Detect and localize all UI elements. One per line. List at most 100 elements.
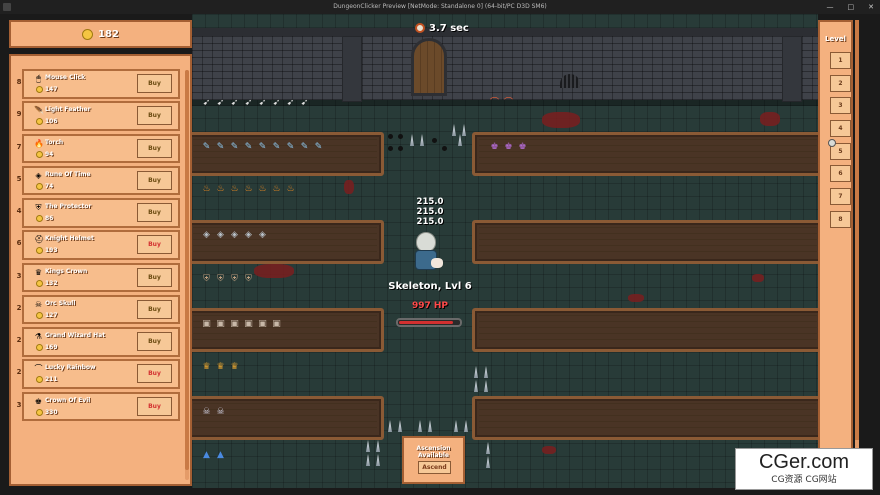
buy-button[interactable]: Buy <box>137 235 172 255</box>
helmet-icon: ▣ <box>216 318 225 329</box>
wall-pillar <box>342 36 362 102</box>
level-button[interactable]: 1 <box>830 52 851 69</box>
dungeon-floor[interactable]: ➹ ➹ ➹ ➹ ➹ ➹ ➹ ➹ ⌒ ⌒ ✎ ✎ ✎ ✎ ✎ ✎ ✎ ✎ ✎ ♚ … <box>192 14 818 488</box>
spike <box>410 134 414 146</box>
feather-icon: ✎ <box>300 141 309 152</box>
crown-icon: ♛ <box>216 361 225 372</box>
evil-crown-icon: ♚ <box>490 141 499 152</box>
shop-item-cost: 211 <box>45 376 58 384</box>
timer-value: 3.7 sec <box>429 22 469 34</box>
buy-button[interactable]: Buy <box>137 138 172 158</box>
shop-item-cost: 330 <box>45 408 58 416</box>
skull-icon: ☠ <box>34 299 43 309</box>
shop-item: 2 ☠ Orc Skull 127 Buy <box>17 294 180 325</box>
level-button[interactable]: 6 <box>830 165 851 183</box>
item-row-skull: ☠ ☠ <box>202 407 225 417</box>
ascension-title: Ascension Available <box>416 445 451 459</box>
buy-button[interactable]: Buy <box>137 396 172 416</box>
rune-icon: ◈ <box>245 229 252 240</box>
level-button[interactable]: 2 <box>830 74 851 92</box>
damage-number: 215.0 <box>416 217 444 227</box>
feather-icon: ✎ <box>244 141 253 152</box>
buy-button[interactable]: Buy <box>137 332 172 351</box>
level-button[interactable]: 3 <box>830 97 851 115</box>
shop-item-name: The Protector <box>45 203 92 210</box>
damage-numbers: 215.0 215.0 215.0 <box>410 197 450 227</box>
feather-icon: 🪶 <box>34 106 44 116</box>
blood-stain <box>344 180 354 194</box>
watermark-main: CGer.com <box>758 451 850 473</box>
spike <box>454 420 458 432</box>
rainbow-icon: ⌒ <box>34 364 43 374</box>
mouse-icon: 🖱 <box>36 74 41 83</box>
item-row-rune: ◈ ◈ ◈ ◈ ◈ <box>202 230 267 240</box>
spike-hole <box>398 134 403 139</box>
minimize-button[interactable]: — <box>827 0 834 14</box>
feather-icon: ✎ <box>314 141 323 152</box>
close-button[interactable]: ✕ <box>868 0 874 14</box>
shop-item-name: Grand Wizard Hat <box>45 332 106 339</box>
shop-item: 3 ♚ Crown Of Evil 330 Buy <box>17 391 180 421</box>
shop-item: 4 ⛨ The Protector 86 Buy <box>17 198 180 228</box>
shelf <box>472 308 818 352</box>
feather-icon: ✎ <box>230 141 239 152</box>
spike <box>376 440 380 452</box>
buy-button[interactable]: Buy <box>137 267 172 287</box>
spike-hole <box>388 146 393 151</box>
item-row-crown: ♛ ♛ ♛ <box>202 362 239 372</box>
shop-item-cost: 193 <box>45 247 58 255</box>
level-button[interactable]: 8 <box>830 210 851 228</box>
shop-item-cost: 169 <box>45 344 58 351</box>
shop-item-cost: 94 <box>45 150 54 158</box>
buy-button[interactable]: Buy <box>137 299 172 319</box>
helmet-icon: ▣ <box>272 318 281 329</box>
wall-top <box>192 28 818 36</box>
maximize-button[interactable]: □ <box>848 0 855 14</box>
ascension-panel: Ascension Available Ascend <box>402 436 465 484</box>
spike <box>486 442 490 454</box>
helmet-icon: ▣ <box>258 318 267 329</box>
shop-item-count: 4 <box>16 207 22 215</box>
spike <box>474 366 478 378</box>
shop-scrollbar[interactable] <box>185 70 189 480</box>
money-value: 182 <box>98 28 119 40</box>
ascend-button[interactable]: Ascend <box>418 461 451 474</box>
damage-number: 215.0 <box>416 197 444 207</box>
buy-button[interactable]: Buy <box>137 106 172 126</box>
shop-item-cost: 132 <box>45 279 58 287</box>
shop-item-count: 3 <box>16 400 22 409</box>
coin-icon <box>36 279 43 287</box>
window-titlebar: DungeonClicker Preview [NetMode: Standal… <box>0 0 880 14</box>
mouse-icon: ➹ <box>216 97 225 108</box>
shop-item-name: Light Feather <box>45 106 91 114</box>
shop-scrollbar-thumb[interactable] <box>185 70 189 470</box>
shop-item-count: 9 <box>16 110 22 119</box>
skeleton-enemy[interactable] <box>411 232 443 274</box>
level-scrollbar[interactable] <box>855 20 859 486</box>
shop-item-count: 2 <box>16 368 22 377</box>
buy-button[interactable]: Buy <box>137 170 172 190</box>
window-title: DungeonClicker Preview [NetMode: Standal… <box>333 3 547 10</box>
level-button[interactable]: 7 <box>830 188 851 206</box>
torch-icon: ♨ <box>216 183 225 194</box>
shop-item: 7 🔥 Torch 94 Buy <box>17 133 180 163</box>
shop-item: 5 ◈ Rune Of Time 74 Buy <box>17 165 180 196</box>
level-button[interactable]: 4 <box>830 120 851 138</box>
coin-icon <box>36 247 43 255</box>
item-row-rainbow: ⌒ ⌒ <box>490 98 513 108</box>
spike <box>484 380 488 392</box>
torch-icon: ♨ <box>286 183 295 194</box>
mouse-icon: ➹ <box>202 97 211 108</box>
item-row-helmet: ▣ ▣ ▣ ▣ ▣ ▣ <box>202 319 281 329</box>
level-scrollbar-thumb[interactable] <box>855 20 859 440</box>
skull-icon: ☠ <box>202 406 211 417</box>
shop-item: 3 ♛ Kings Crown 132 Buy <box>17 262 180 292</box>
shop-item-cost: 86 <box>45 215 54 222</box>
rainbow-icon: ⌒ <box>490 97 500 108</box>
buy-button[interactable]: Buy <box>137 74 172 93</box>
coin-icon <box>36 182 43 190</box>
shop-item-cost: 147 <box>45 86 58 93</box>
buy-button[interactable]: Buy <box>137 203 172 222</box>
shop-item: 2 ⌒ Lucky Rainbow 211 Buy <box>17 359 180 389</box>
buy-button[interactable]: Buy <box>137 364 172 384</box>
